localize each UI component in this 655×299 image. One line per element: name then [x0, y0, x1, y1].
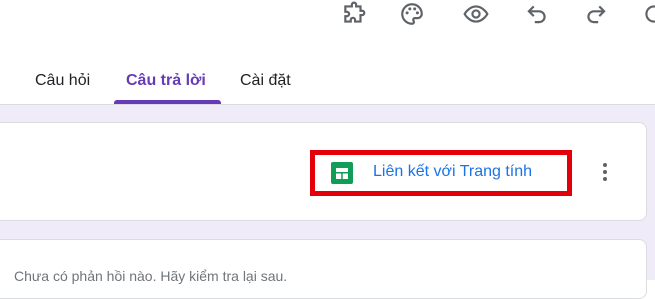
undo-icon[interactable] [523, 0, 551, 28]
preview-icon[interactable] [462, 0, 490, 28]
google-sheets-icon [331, 162, 353, 184]
more-icon[interactable] [640, 0, 655, 28]
redo-icon[interactable] [582, 0, 610, 28]
link-to-sheets-label: Liên kết với Trang tính [373, 163, 533, 180]
no-responses-message: Chưa có phản hồi nào. Hãy kiểm tra lại s… [14, 268, 288, 284]
customize-theme-icon[interactable] [398, 0, 426, 28]
top-toolbar [0, 0, 655, 30]
more-vert-icon[interactable] [594, 158, 616, 186]
add-ons-icon[interactable] [340, 0, 368, 28]
tab-bar: Câu hỏi Câu trả lời Cài đặt [0, 62, 655, 104]
tab-settings[interactable]: Cài đặt [240, 72, 291, 90]
tab-questions[interactable]: Câu hỏi [35, 72, 90, 90]
link-to-sheets-button[interactable]: Liên kết với Trang tính [310, 150, 572, 196]
tab-responses[interactable]: Câu trả lời [126, 72, 206, 90]
